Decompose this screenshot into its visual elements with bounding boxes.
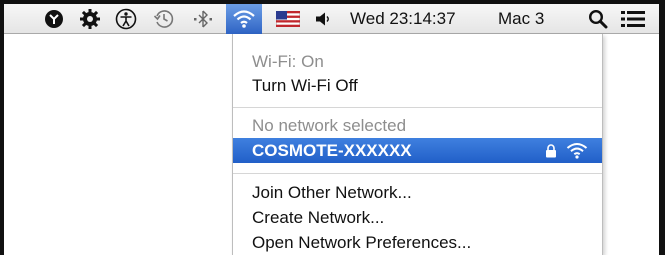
no-network-label: No network selected	[252, 116, 407, 135]
screen-frame-right	[659, 0, 665, 255]
clock[interactable]: Wed 23:14:37	[350, 4, 484, 34]
menu-bar: Wed 23:14:37 Mac 3	[4, 4, 659, 34]
gear-icon[interactable]	[76, 4, 104, 34]
us-flag-icon[interactable]	[272, 4, 304, 34]
wifi-menu-extra-button[interactable]	[226, 4, 262, 34]
wifi-signal-icon	[566, 143, 588, 159]
create-network-item[interactable]: Create Network...	[233, 206, 602, 230]
menu-separator	[233, 173, 602, 174]
clock-label: Wed 23:14:37	[350, 9, 456, 28]
status-icon[interactable]	[40, 4, 68, 34]
join-other-network-item[interactable]: Join Other Network...	[233, 181, 602, 205]
menu-separator	[233, 107, 602, 108]
spotlight-icon[interactable]	[584, 4, 612, 34]
notification-list-icon[interactable]	[618, 4, 650, 34]
wifi-status: Wi-Fi: On	[252, 52, 324, 71]
open-network-preferences-item[interactable]: Open Network Preferences...	[233, 231, 602, 255]
user-name: Mac 3	[498, 9, 545, 28]
user-menu[interactable]: Mac 3	[498, 4, 564, 34]
wifi-icon	[233, 10, 255, 28]
volume-icon[interactable]	[310, 4, 336, 34]
time-machine-icon[interactable]	[150, 4, 178, 34]
network-item-cosmote[interactable]: COSMOTE-XXXXXX	[233, 138, 602, 163]
bluetooth-icon[interactable]	[190, 4, 216, 34]
lock-icon	[546, 143, 556, 157]
screen-frame-left	[0, 0, 4, 255]
network-name: COSMOTE-XXXXXX	[252, 140, 412, 160]
wifi-menu: Wi-Fi: On Turn Wi-Fi Off No network sele…	[232, 34, 603, 255]
turn-wifi-off-item[interactable]: Turn Wi-Fi Off	[233, 74, 602, 98]
accessibility-icon[interactable]	[112, 4, 140, 34]
